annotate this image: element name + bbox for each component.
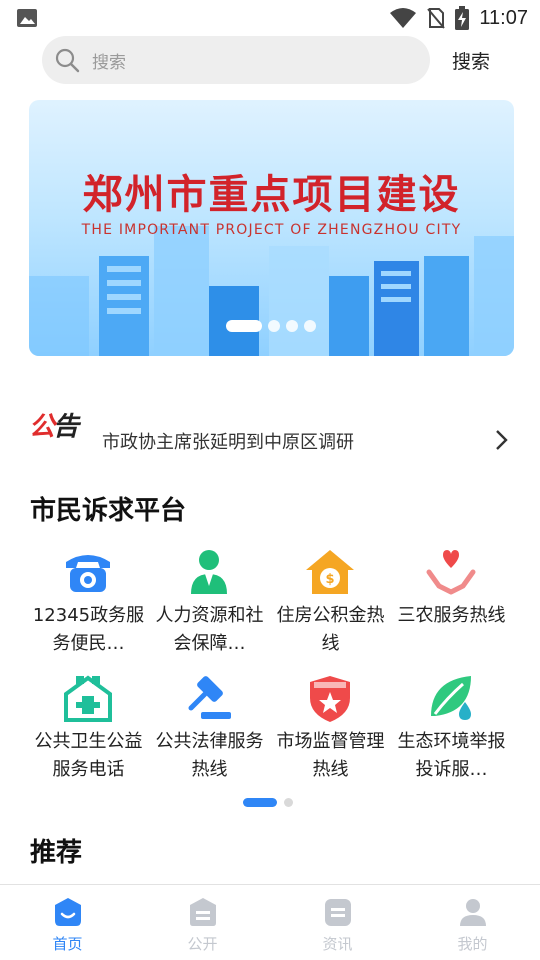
tab-home[interactable]: 首页	[0, 885, 135, 960]
service-item-market-supervision[interactable]: 市场监督管理热线	[270, 666, 391, 791]
banner-dot	[268, 320, 280, 332]
battery-charging-icon	[455, 6, 470, 30]
tab-label: 公开	[187, 935, 218, 953]
search-row: 搜索 搜索	[0, 36, 540, 86]
service-item-public-health[interactable]: 公共卫生公益服务电话	[28, 666, 149, 791]
banner-carousel[interactable]: 郑州市重点项目建设 THE IMPORTANT PROJECT OF ZHENG…	[29, 100, 514, 356]
banner-dot-active	[226, 320, 262, 332]
search-icon	[55, 48, 80, 73]
tab-label: 资讯	[322, 935, 353, 953]
platform-pager	[243, 798, 293, 807]
wifi-icon	[390, 8, 417, 28]
service-item-legal[interactable]: 公共法律服务热线	[149, 666, 270, 791]
status-bar: 11:07	[0, 0, 540, 36]
search-input[interactable]: 搜索	[42, 36, 430, 84]
tab-label: 首页	[52, 935, 83, 953]
recommend-title: 推荐	[30, 838, 83, 868]
document-icon	[190, 898, 216, 926]
notice-logo: 公告	[29, 412, 79, 442]
service-label: 市场监督管理热线	[276, 731, 385, 780]
news-icon	[325, 899, 351, 926]
health-house-icon	[64, 675, 112, 722]
banner-indicator	[226, 320, 316, 332]
service-label: 公共卫生公益服务电话	[34, 731, 143, 780]
tab-label: 我的	[457, 935, 488, 953]
service-item-agriculture[interactable]: 三农服务热线	[391, 540, 512, 665]
banner-dot	[304, 320, 316, 332]
service-item-environment[interactable]: 生态环境举报投诉服…	[391, 666, 512, 791]
gallery-icon	[17, 9, 37, 27]
no-sim-icon	[427, 8, 446, 29]
pager-dot	[284, 798, 293, 807]
shield-star-icon	[310, 676, 350, 722]
service-label: 12345政务服务便民…	[32, 605, 145, 654]
service-item-housing-fund[interactable]: $ 住房公积金热线	[270, 540, 391, 665]
telephone-icon	[66, 555, 110, 592]
user-icon	[460, 899, 486, 926]
service-item-hr[interactable]: 人力资源和社会保障…	[149, 540, 270, 665]
person-icon	[191, 550, 227, 594]
tab-mine[interactable]: 我的	[405, 885, 540, 960]
chevron-right-icon[interactable]	[492, 428, 510, 452]
platform-title: 市民诉求平台	[30, 496, 187, 526]
search-button[interactable]: 搜索	[452, 47, 490, 74]
bottom-tab-bar: 首页 公开 资讯 我的	[0, 884, 540, 960]
service-label: 人力资源和社会保障…	[155, 605, 264, 654]
leaf-icon	[431, 676, 471, 720]
service-item-12345[interactable]: 12345政务服务便民…	[28, 540, 149, 665]
banner-subtitle: THE IMPORTANT PROJECT OF ZHENGZHOU CITY	[81, 222, 462, 238]
tab-news[interactable]: 资讯	[270, 885, 405, 960]
home-icon	[55, 898, 81, 926]
service-label: 公共法律服务热线	[155, 731, 264, 780]
banner-dot	[286, 320, 298, 332]
hand-heart-icon	[426, 550, 476, 595]
status-time: 11:07	[479, 6, 528, 29]
house-coin-icon: $	[306, 550, 354, 594]
notice-bar[interactable]: 公告 市政协主席张延明到中原区调研	[0, 398, 540, 468]
tab-public[interactable]: 公开	[135, 885, 270, 960]
svg-text:$: $	[325, 572, 334, 587]
service-label: 住房公积金热线	[276, 605, 385, 654]
pager-dot-active	[243, 798, 277, 807]
notice-text: 市政协主席张延明到中原区调研	[102, 432, 354, 453]
gavel-icon	[188, 676, 231, 719]
service-label: 三农服务热线	[397, 605, 506, 626]
banner-title: 郑州市重点项目建设	[82, 171, 461, 218]
search-placeholder: 搜索	[92, 53, 126, 73]
service-label: 生态环境举报投诉服…	[397, 731, 506, 780]
